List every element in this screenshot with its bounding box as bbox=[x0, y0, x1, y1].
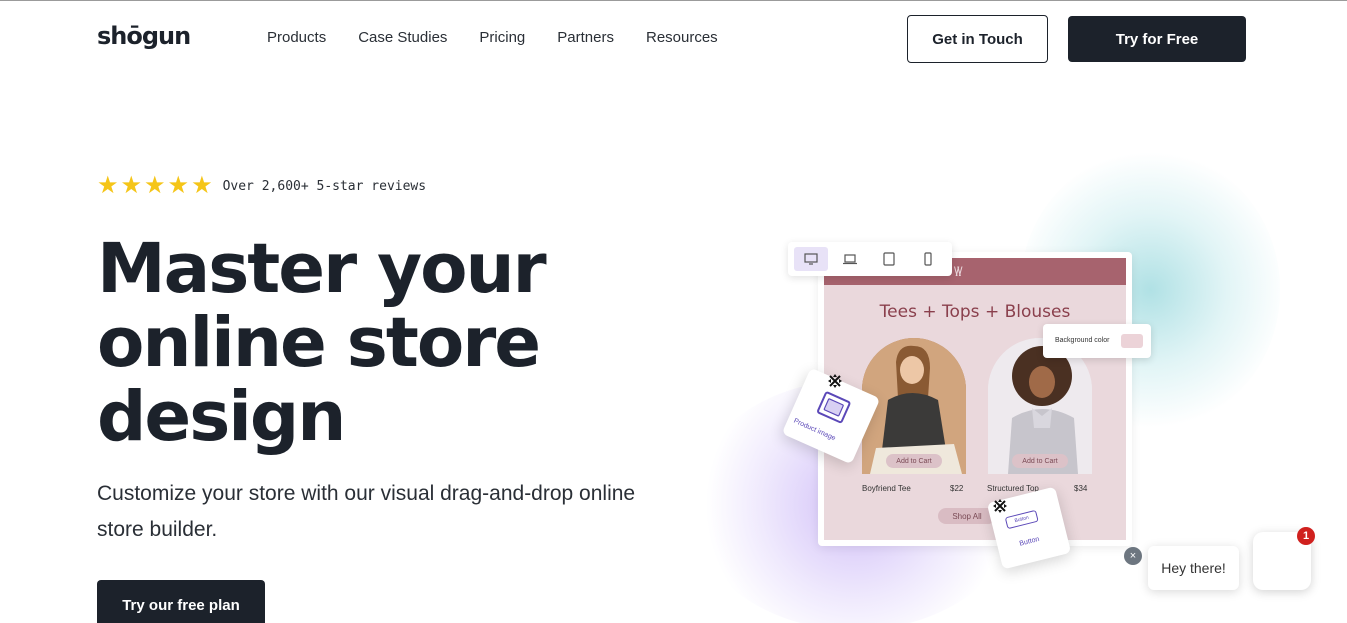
add-to-cart-button: Add to Cart bbox=[1012, 454, 1068, 468]
reviews-text: Over 2,600+ 5-star reviews bbox=[222, 178, 427, 194]
tablet-icon[interactable] bbox=[872, 247, 906, 271]
add-to-cart-button: Add to Cart bbox=[886, 454, 942, 468]
star-icon: ★ bbox=[120, 172, 143, 199]
try-free-plan-button[interactable]: Try our free plan bbox=[97, 580, 265, 623]
shogun-logo[interactable]: shōgun bbox=[97, 22, 191, 50]
background-color-panel: Background color bbox=[1043, 324, 1151, 358]
device-switcher bbox=[788, 242, 952, 276]
laptop-icon[interactable] bbox=[833, 247, 867, 271]
move-icon bbox=[828, 374, 842, 388]
window-top-border bbox=[0, 0, 1347, 1]
rating: ★ ★ ★ ★ ★ Over 2,600+ 5-star reviews bbox=[97, 174, 426, 198]
store-logo-icon: \/\/ bbox=[954, 264, 963, 279]
star-icon: ★ bbox=[144, 172, 166, 199]
nav-case-studies[interactable]: Case Studies bbox=[358, 29, 447, 46]
get-in-touch-button[interactable]: Get in Touch bbox=[907, 15, 1048, 63]
star-icon: ★ bbox=[191, 172, 213, 199]
hero-subheadline: Customize your store with our visual dra… bbox=[97, 482, 636, 541]
nav-partners[interactable]: Partners bbox=[557, 29, 614, 46]
button-preview: Button bbox=[1004, 509, 1039, 530]
star-icon: ★ bbox=[167, 172, 190, 199]
background-color-swatch bbox=[1121, 334, 1143, 348]
nav-resources[interactable]: Resources bbox=[646, 29, 718, 46]
product-price: $34 bbox=[1074, 484, 1088, 493]
nav-products[interactable]: Products bbox=[267, 29, 326, 46]
move-icon bbox=[993, 499, 1007, 513]
product-price: $22 bbox=[950, 484, 964, 493]
close-chat-icon[interactable]: × bbox=[1124, 547, 1142, 565]
shop-all-button: Shop All bbox=[938, 508, 996, 524]
mobile-icon[interactable] bbox=[911, 247, 945, 271]
chat-greeting[interactable]: Hey there! bbox=[1148, 546, 1239, 590]
main-nav: Products Case Studies Pricing Partners R… bbox=[267, 29, 750, 46]
hero-headline: Master your online store design bbox=[97, 229, 547, 457]
desktop-icon[interactable] bbox=[794, 247, 828, 271]
button-block-label: Button bbox=[1018, 535, 1041, 548]
try-for-free-button[interactable]: Try for Free bbox=[1068, 16, 1246, 62]
store-title: Tees + Tops + Blouses bbox=[879, 302, 1071, 322]
star-icon: ★ bbox=[97, 172, 119, 199]
background-color-label: Background color bbox=[1055, 337, 1110, 344]
nav-pricing[interactable]: Pricing bbox=[479, 29, 525, 46]
notification-badge: 1 bbox=[1297, 527, 1315, 545]
product-name: Boyfriend Tee bbox=[862, 484, 911, 493]
